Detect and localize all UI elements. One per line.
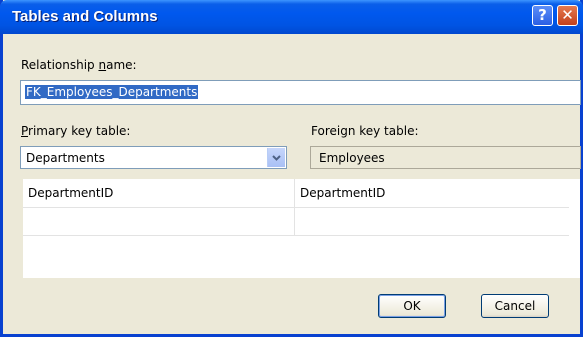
relationship-name-value: FK_Employees_Departments [25,85,199,99]
relationship-name-label: Relationship name: [21,58,137,72]
close-button[interactable]: ✕ [557,5,578,26]
primary-key-table-dropdown[interactable]: Departments [20,146,287,169]
title-bar[interactable]: Tables and Columns ? ✕ [0,0,583,34]
foreign-key-table-field: Employees [310,146,581,169]
dropdown-arrow-button[interactable] [267,148,285,167]
foreign-column-cell[interactable]: DepartmentID [295,179,569,207]
primary-key-table-label: Primary key table: [21,124,131,138]
table-row[interactable] [23,207,569,236]
close-icon: ✕ [561,6,574,24]
tables-and-columns-dialog: Tables and Columns ? ✕ Relationship name… [0,0,583,337]
primary-column-cell[interactable]: DepartmentID [23,179,295,207]
primary-column-cell[interactable] [23,207,295,235]
ok-button[interactable]: OK [378,294,446,318]
foreign-key-table-value: Employees [319,151,385,165]
columns-grid[interactable]: DepartmentID DepartmentID [23,179,580,278]
foreign-key-table-label: Foreign key table: [311,124,419,138]
cancel-button[interactable]: Cancel [481,294,549,318]
table-row[interactable]: DepartmentID DepartmentID [23,179,569,208]
dialog-title: Tables and Columns [12,8,158,25]
help-button[interactable]: ? [532,5,553,26]
help-icon: ? [538,6,547,24]
primary-key-table-value: Departments [26,151,105,165]
chevron-down-icon [272,154,281,161]
foreign-column-cell[interactable] [295,207,569,235]
relationship-name-input[interactable]: FK_Employees_Departments [20,80,581,105]
